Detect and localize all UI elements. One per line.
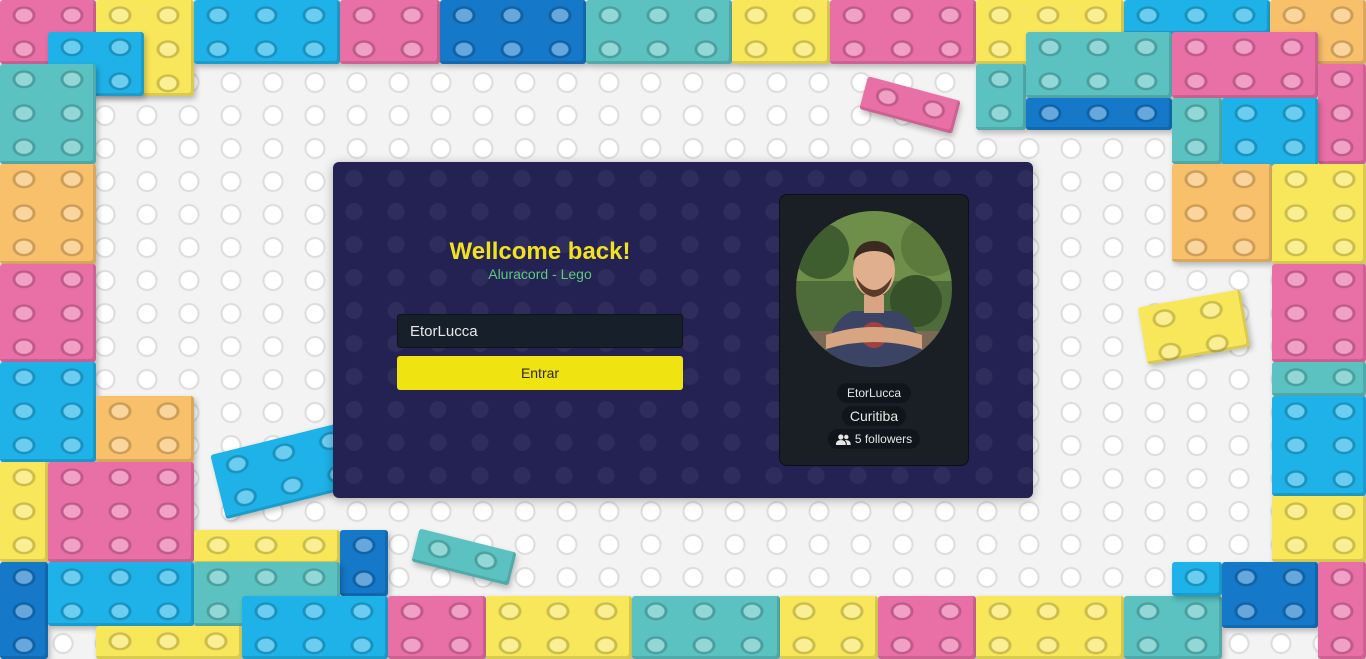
enter-button[interactable]: Entrar: [397, 356, 683, 390]
login-card: Wellcome back! Aluracord - Lego Entrar: [333, 162, 1033, 498]
lego-brick: [1318, 64, 1366, 164]
welcome-title: Wellcome back!: [449, 238, 631, 265]
user-photo-icon: [796, 211, 952, 367]
lego-brick: [859, 76, 961, 134]
lego-brick: [0, 362, 96, 462]
lego-brick: [976, 596, 1124, 659]
lego-brick: [340, 530, 388, 596]
lego-brick: [0, 462, 48, 562]
lego-brick: [1272, 362, 1366, 396]
username-input[interactable]: [397, 314, 683, 348]
lego-brick: [1124, 0, 1270, 34]
lego-brick: [780, 596, 878, 659]
lego-brick: [194, 0, 340, 64]
lego-brick: [440, 0, 586, 64]
lego-brick: [0, 164, 96, 264]
lego-brick: [830, 0, 976, 64]
lego-brick: [48, 562, 194, 626]
lego-brick: [878, 596, 976, 659]
lego-brick: [1272, 496, 1366, 562]
lego-brick: [1172, 98, 1222, 164]
lego-brick: [411, 528, 517, 586]
lego-brick: [96, 626, 242, 659]
lego-brick: [1172, 562, 1222, 596]
lego-brick: [242, 596, 388, 659]
lego-brick: [732, 0, 830, 64]
lego-brick: [1172, 164, 1272, 262]
lego-brick: [632, 596, 780, 659]
lego-brick: [976, 64, 1026, 130]
profile-followers: 5 followers: [827, 429, 921, 449]
profile-username: EtorLucca: [836, 383, 912, 403]
lego-brick: [96, 396, 194, 462]
lego-brick: [1137, 289, 1251, 365]
app-subtitle: Aluracord - Lego: [488, 266, 592, 282]
lego-brick: [388, 596, 486, 659]
lego-brick: [1222, 562, 1318, 628]
lego-brick: [1026, 32, 1172, 98]
followers-count: 5 followers: [854, 432, 913, 446]
lego-brick: [0, 64, 96, 164]
lego-brick: [1272, 264, 1366, 362]
lego-brick: [1318, 562, 1366, 659]
lego-brick: [1272, 396, 1366, 496]
lego-brick: [1272, 164, 1366, 264]
avatar: [796, 211, 952, 367]
lego-brick: [586, 0, 732, 64]
profile-location: Curitiba: [841, 406, 907, 426]
lego-brick: [486, 596, 632, 659]
lego-brick: [0, 562, 48, 659]
lego-brick: [1026, 98, 1172, 130]
lego-brick: [194, 530, 340, 564]
lego-brick: [1172, 32, 1318, 98]
lego-brick: [48, 462, 194, 562]
profile-panel: EtorLucca Curitiba 5 followers: [779, 194, 969, 466]
people-icon: [835, 433, 851, 445]
lego-brick: [0, 264, 96, 362]
lego-brick: [1124, 596, 1222, 659]
lego-brick: [340, 0, 440, 64]
